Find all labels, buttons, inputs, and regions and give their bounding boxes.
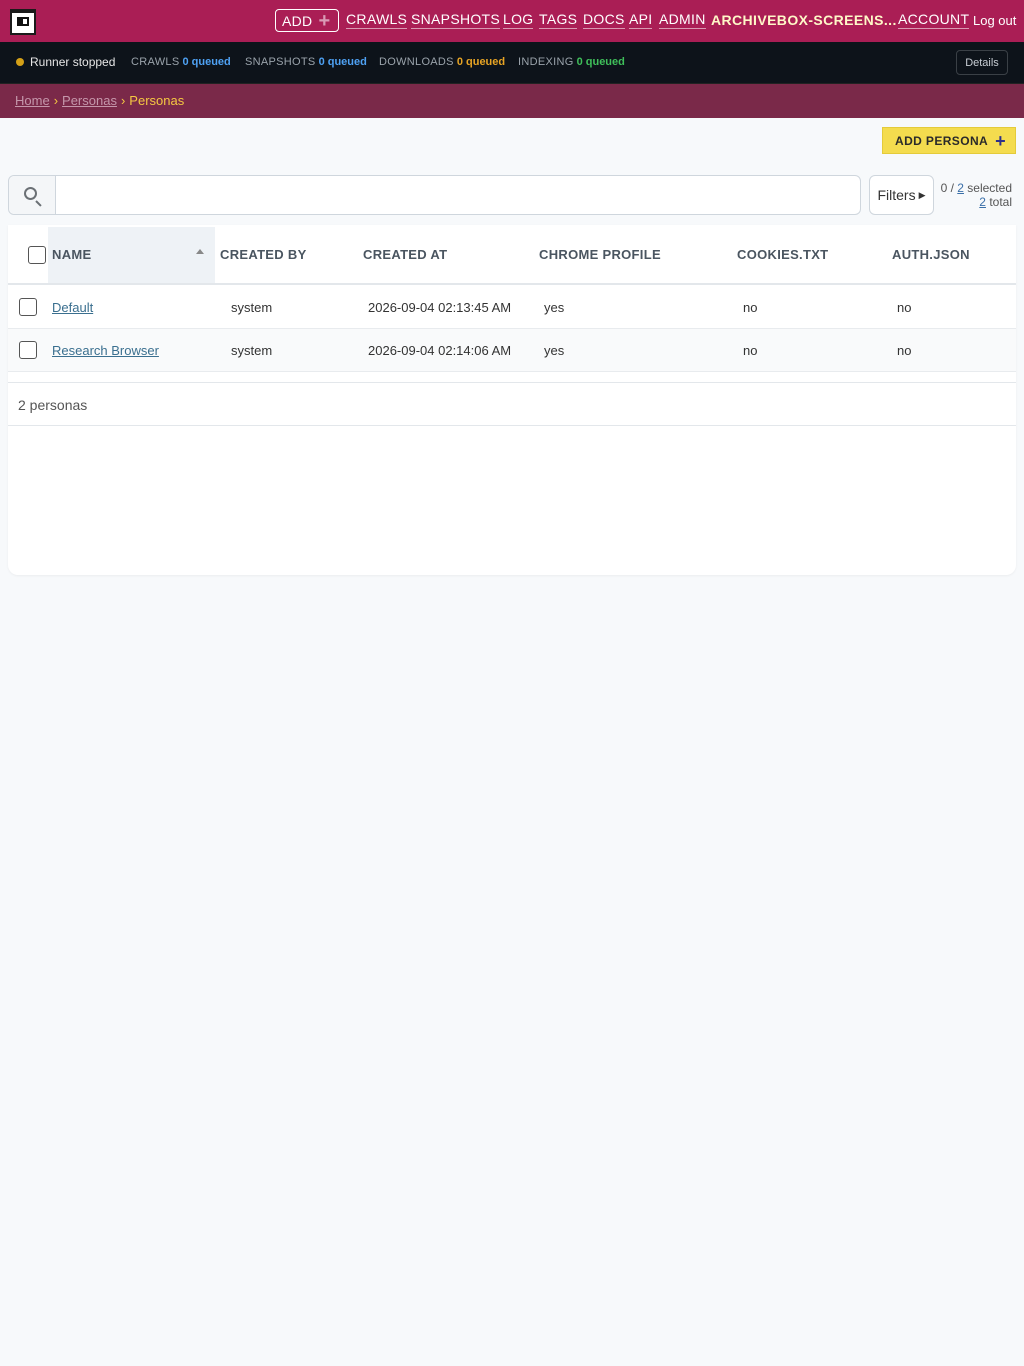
table-row: Research Browser system 2026-09-04 02:14… [8, 329, 1016, 372]
indexing-status: INDEXING 0 queued [518, 56, 625, 68]
selected-suffix: selected [967, 181, 1012, 195]
cell-created-at: 2026-09-04 02:14:06 AM [368, 343, 512, 358]
downloads-status-value: 0 queued [456, 56, 506, 68]
cell-created-by: system [231, 300, 273, 315]
runner-status-dot-icon [16, 58, 24, 66]
search-box [8, 175, 861, 215]
add-button[interactable]: ADD + [275, 9, 339, 32]
nav-tags-link[interactable]: TAGS [539, 11, 578, 29]
column-header-cookies[interactable]: COOKIES.TXT [737, 247, 828, 262]
crawls-status-value: 0 queued [182, 56, 231, 68]
nav-api-link[interactable]: API [629, 11, 653, 29]
cell-created-at: 2026-09-04 02:13:45 AM [368, 300, 512, 315]
archivebox-logo-icon[interactable] [10, 9, 36, 35]
breadcrumb: Home › Personas › Personas [0, 84, 1024, 118]
indexing-status-value: 0 queued [576, 56, 625, 68]
downloads-status-label: DOWNLOADS [379, 56, 454, 68]
nav-instance-name[interactable]: ARCHIVEBOX-SCREENS... [711, 12, 897, 28]
cell-cookies: no [743, 300, 758, 315]
nav-docs-link[interactable]: DOCS [583, 11, 625, 29]
search-icon [9, 176, 56, 214]
column-header-name[interactable]: NAME [52, 247, 91, 262]
persona-name-link[interactable]: Default [52, 300, 93, 315]
add-persona-label: ADD PERSONA [895, 133, 989, 148]
nav-account-link[interactable]: ACCOUNT [898, 11, 970, 29]
nav-log-link[interactable]: LOG [503, 11, 534, 29]
nav-admin-link[interactable]: ADMIN [659, 11, 706, 29]
results-table: NAME CREATED BY CREATED AT CHROME PROFIL… [8, 225, 1016, 575]
logout-link[interactable]: Log out [973, 13, 1016, 28]
filters-button-label: Filters [877, 187, 916, 203]
breadcrumb-separator: › [53, 93, 59, 108]
cell-auth: no [897, 300, 912, 315]
crawls-status-label: CRAWLS [131, 56, 180, 68]
total-count-link[interactable]: 2 [979, 195, 986, 209]
indexing-status-label: INDEXING [518, 56, 574, 68]
result-count: 2 personas [18, 397, 88, 413]
select-all-link[interactable]: 2 [957, 181, 964, 195]
row-checkbox[interactable] [19, 341, 37, 359]
cell-chrome-profile: yes [544, 300, 565, 315]
details-button[interactable]: Details [956, 50, 1008, 75]
table-row: Default system 2026-09-04 02:13:45 AM ye… [8, 286, 1016, 329]
breadcrumb-current: Personas [129, 93, 185, 108]
caret-right-icon: ▶ [918, 189, 926, 200]
column-header-auth[interactable]: AUTH.JSON [892, 247, 970, 262]
nav-snapshots-link[interactable]: SNAPSHOTS [411, 11, 501, 29]
select-all-checkbox[interactable] [28, 246, 46, 264]
snapshots-status-label: SNAPSHOTS [245, 56, 316, 68]
selected-count: 0 [940, 181, 948, 195]
top-nav-bar: ADD + CRAWLS SNAPSHOTS LOG TAGS DOCS API… [0, 0, 1024, 42]
cell-chrome-profile: yes [544, 343, 565, 358]
plus-icon: + [995, 131, 1006, 151]
search-input[interactable] [57, 176, 860, 214]
row-checkbox[interactable] [19, 298, 37, 316]
snapshots-status-value: 0 queued [318, 56, 367, 68]
column-header-created-by[interactable]: CREATED BY [220, 247, 307, 262]
breadcrumb-section-link[interactable]: Personas [62, 93, 117, 108]
cell-created-by: system [231, 343, 273, 358]
column-header-created-at[interactable]: CREATED AT [363, 247, 447, 262]
total-suffix: total [989, 195, 1012, 209]
add-persona-button[interactable]: ADD PERSONA + [882, 127, 1016, 154]
breadcrumb-home-link[interactable]: Home [15, 93, 50, 108]
runner-status: Runner stopped [30, 55, 116, 69]
cell-auth: no [897, 343, 912, 358]
persona-name-link[interactable]: Research Browser [52, 343, 159, 358]
column-header-chrome-profile[interactable]: CHROME PROFILE [539, 247, 661, 262]
crawls-status: CRAWLS 0 queued [131, 56, 231, 68]
filters-button[interactable]: Filters ▶ [869, 175, 934, 215]
breadcrumb-separator: › [120, 93, 126, 108]
downloads-status: DOWNLOADS 0 queued [379, 56, 505, 68]
nav-crawls-link[interactable]: CRAWLS [346, 11, 408, 29]
snapshots-status: SNAPSHOTS 0 queued [245, 56, 367, 68]
add-button-label: ADD [282, 12, 313, 29]
table-header: NAME CREATED BY CREATED AT CHROME PROFIL… [8, 225, 1016, 285]
plus-icon: + [318, 9, 331, 32]
cell-cookies: no [743, 343, 758, 358]
results-footer: 2 personas [8, 382, 1016, 426]
selection-counter: 0 / 2 selected 2 total [940, 181, 1012, 209]
sort-ascending-icon[interactable] [196, 249, 204, 254]
